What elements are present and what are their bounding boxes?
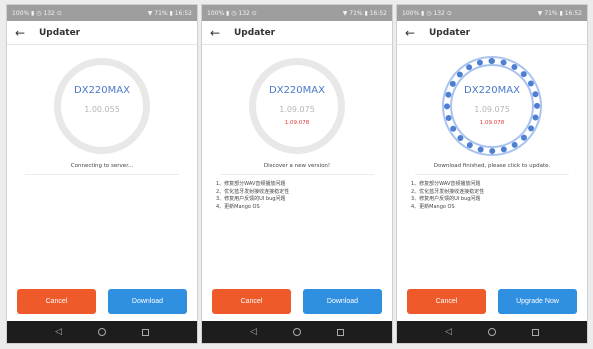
release-note-item: 3、修复用户反馈的UI bug问题 (411, 196, 481, 202)
page-title: Updater (39, 27, 81, 38)
device-model: DX220MAX (74, 85, 130, 96)
current-version: 1.09.075 (474, 105, 510, 114)
release-note-item: 4、更新Mango OS (411, 203, 455, 210)
screenshot-stage: 100% ▮ ◷ 132 ⊙ ▼ 71% ▮ 16:52 ← Updater D… (0, 0, 593, 349)
release-note-item: 2、优化蓝牙发射接收连接稳定性 (411, 188, 485, 195)
update-status-text: Download finished, please click to updat… (415, 163, 569, 175)
device-model: DX220MAX (464, 85, 520, 96)
status-bar-right: ▼ 71% ▮ 16:52 (342, 9, 387, 17)
android-nav-bar: ◁ (7, 321, 197, 343)
version-ring: DX220MAX 1.00.055 (54, 58, 150, 154)
back-arrow-icon[interactable]: ← (405, 26, 423, 40)
cancel-button[interactable]: Cancel (407, 289, 486, 314)
app-bar: ← Updater (7, 21, 197, 45)
nav-recents-icon[interactable] (336, 328, 344, 336)
cancel-button[interactable]: Cancel (212, 289, 291, 314)
release-note-item: 1、修复部分WAV音频播放问题 (216, 181, 286, 187)
nav-back-icon[interactable]: ◁ (445, 327, 452, 337)
nav-back-icon[interactable]: ◁ (55, 327, 62, 337)
status-bar-left: 100% ▮ ◷ 132 ⊙ (207, 9, 257, 17)
android-nav-bar: ◁ (397, 321, 587, 343)
status-bar: 100% ▮ ◷ 132 ⊙ ▼ 71% ▮ 16:52 (202, 5, 392, 21)
status-bar-right: ▼ 71% ▮ 16:52 (147, 9, 192, 17)
nav-recents-icon[interactable] (531, 328, 539, 336)
download-button[interactable]: Download (108, 289, 187, 314)
page-title: Updater (234, 27, 276, 38)
nav-back-icon[interactable]: ◁ (250, 327, 257, 337)
phone-screen-connecting: 100% ▮ ◷ 132 ⊙ ▼ 71% ▮ 16:52 ← Updater D… (6, 4, 198, 344)
status-bar-left: 100% ▮ ◷ 132 ⊙ (402, 9, 452, 17)
version-ring: DX220MAX 1.09.075 1.09.078 (249, 58, 345, 154)
android-nav-bar: ◁ (202, 321, 392, 343)
release-notes: 1、修复部分WAV音频播放问题 2、优化蓝牙发射接收连接稳定性 3、修复用户反馈… (411, 181, 587, 211)
release-note-item: 1、修复部分WAV音频播放问题 (411, 181, 481, 187)
release-note-item: 4、更新Mango OS (216, 203, 260, 210)
download-button[interactable]: Download (303, 289, 382, 314)
release-note-item: 2、优化蓝牙发射接收连接稳定性 (216, 188, 290, 195)
status-bar-left: 100% ▮ ◷ 132 ⊙ (12, 9, 62, 17)
phone-screen-download-finished: 100% ▮ ◷ 132 ⊙ ▼ 71% ▮ 16:52 ← Updater D… (396, 4, 588, 344)
app-bar: ← Updater (397, 21, 587, 45)
page-title: Updater (429, 27, 471, 38)
upgrade-now-button[interactable]: Upgrade Now (498, 289, 577, 314)
nav-home-icon[interactable] (97, 328, 106, 336)
release-notes: 1、修复部分WAV音频播放问题 2、优化蓝牙发射接收连接稳定性 3、修复用户反馈… (216, 181, 392, 211)
release-note-item: 3、修复用户反馈的UI bug问题 (216, 196, 286, 202)
action-buttons: Cancel Download (212, 289, 382, 314)
back-arrow-icon[interactable]: ← (15, 26, 33, 40)
new-version: 1.09.078 (479, 120, 505, 126)
current-version: 1.00.055 (84, 105, 120, 114)
update-status-text: Discover a new version! (220, 163, 374, 175)
nav-recents-icon[interactable] (141, 328, 149, 336)
update-status-text: Connecting to server... (25, 163, 179, 175)
action-buttons: Cancel Upgrade Now (407, 289, 577, 314)
nav-home-icon[interactable] (292, 328, 301, 336)
nav-home-icon[interactable] (487, 328, 496, 336)
action-buttons: Cancel Download (17, 289, 187, 314)
device-model: DX220MAX (269, 85, 325, 96)
cancel-button[interactable]: Cancel (17, 289, 96, 314)
status-bar-right: ▼ 71% ▮ 16:52 (537, 9, 582, 17)
status-bar: 100% ▮ ◷ 132 ⊙ ▼ 71% ▮ 16:52 (7, 5, 197, 21)
status-bar: 100% ▮ ◷ 132 ⊙ ▼ 71% ▮ 16:52 (397, 5, 587, 21)
phone-screen-new-version: 100% ▮ ◷ 132 ⊙ ▼ 71% ▮ 16:52 ← Updater D… (201, 4, 393, 344)
back-arrow-icon[interactable]: ← (210, 26, 228, 40)
app-bar: ← Updater (202, 21, 392, 45)
current-version: 1.09.075 (279, 105, 315, 114)
new-version: 1.09.078 (284, 120, 310, 126)
version-ring: DX220MAX 1.09.075 1.09.078 (444, 58, 540, 154)
